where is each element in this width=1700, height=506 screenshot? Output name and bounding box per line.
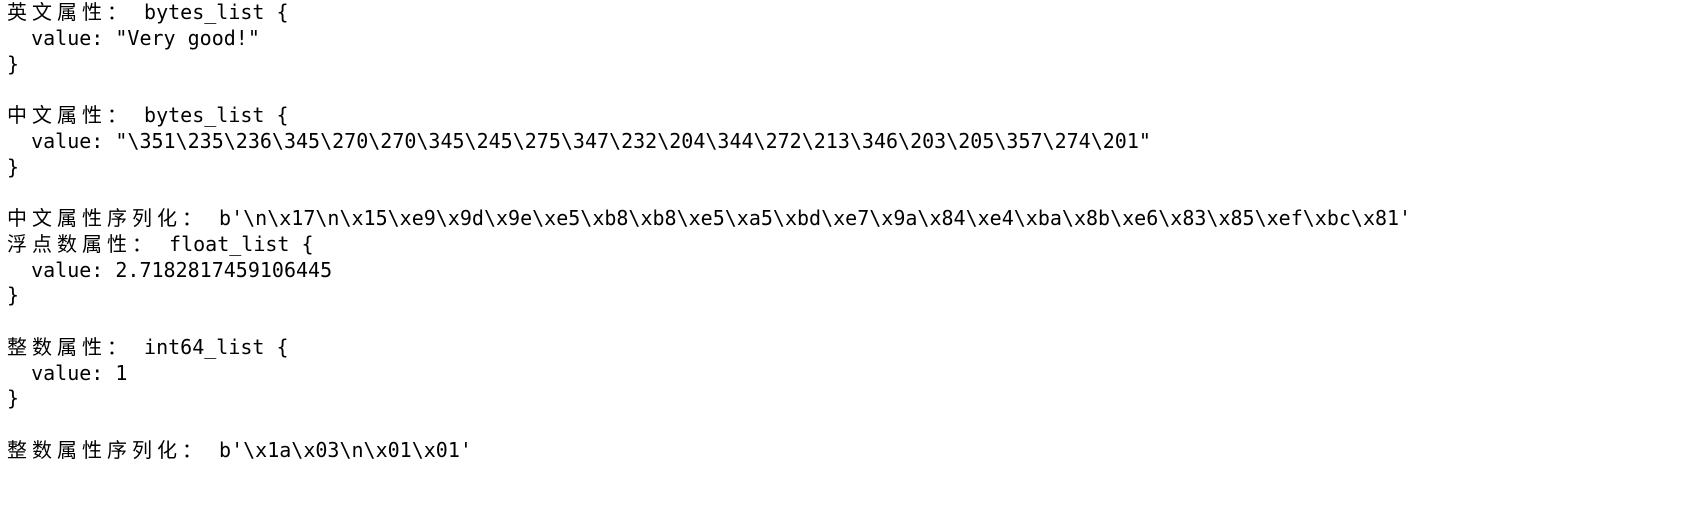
output-line: 英文属性： bytes_list { [7, 0, 1700, 26]
float-value-line: value: 2.7182817459106445 [7, 257, 333, 282]
output-line: 中文属性序列化： b'\n\x17\n\x15\xe9\x9d\x9e\xe5\… [7, 206, 1700, 232]
chinese-serialized-bytes: b'\n\x17\n\x15\xe9\x9d\x9e\xe5\xb8\xb8\x… [207, 206, 1412, 230]
output-line: 整数属性： int64_list { [7, 335, 1700, 361]
chinese-serialized-label: 中文属性序列化： [7, 206, 207, 230]
english-value-line: value: "Very good!" [7, 25, 260, 50]
output-line: 中文属性： bytes_list { [7, 103, 1700, 129]
english-attribute-label: 英文属性： [7, 0, 132, 24]
console-output: 英文属性： bytes_list { value: "Very good!" }… [0, 0, 1700, 506]
integer-serialized-label: 整数属性序列化： [7, 437, 207, 462]
chinese-value-line: value: "\351\235\236\345\270\270\345\245… [7, 128, 1151, 153]
output-line: 浮点数属性： float_list { [7, 232, 1700, 258]
float-attribute-label: 浮点数属性： [7, 231, 157, 256]
closing-brace: } [7, 51, 20, 76]
output-line: 整数属性序列化： b'\x1a\x03\n\x01\x01' [7, 438, 1700, 464]
chinese-attribute-label: 中文属性： [7, 103, 132, 127]
integer-value-line: value: 1 [7, 360, 128, 385]
integer-serialized-bytes: b'\x1a\x03\n\x01\x01' [207, 437, 472, 462]
float-list-header: float_list { [157, 231, 314, 256]
closing-brace: } [7, 283, 20, 308]
closing-brace: } [7, 386, 20, 411]
closing-brace: } [7, 154, 20, 179]
bytes-list-header: bytes_list { [132, 0, 289, 24]
integer-attribute-label: 整数属性： [7, 334, 132, 359]
int64-list-header: int64_list { [132, 334, 289, 359]
bytes-list-header: bytes_list { [132, 103, 289, 127]
